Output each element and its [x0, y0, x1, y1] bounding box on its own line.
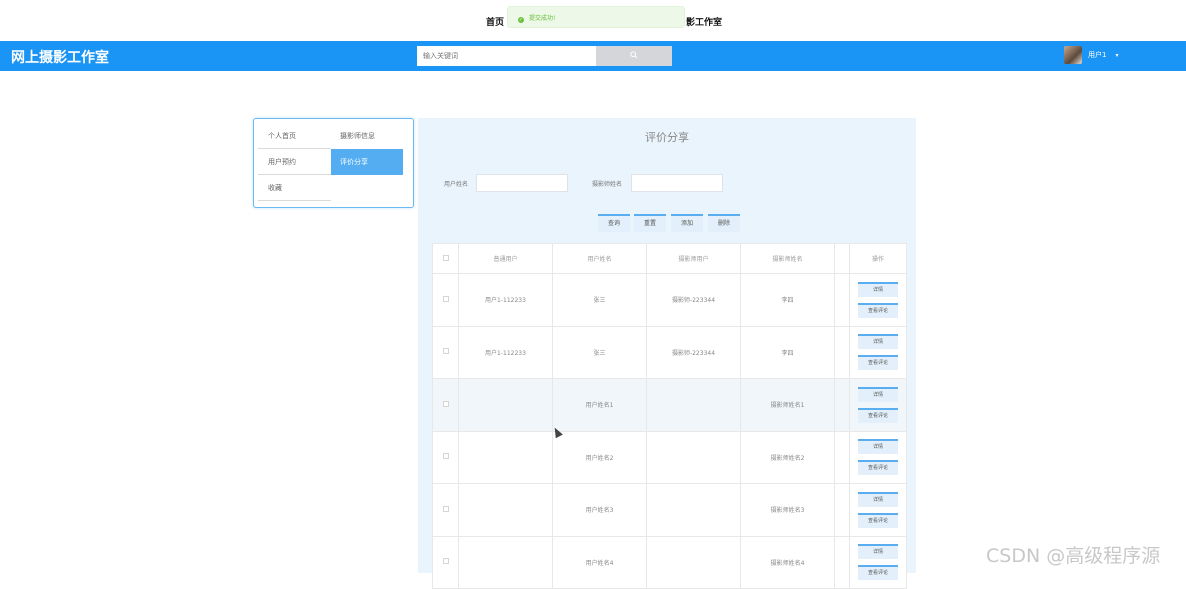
top-navigation: 首页 影工作室 ✓ 提交成功!	[0, 0, 1186, 41]
column-header: 用户姓名	[552, 243, 647, 274]
check-circle-icon: ✓	[518, 17, 524, 23]
table-cell: 摄影师姓名4	[740, 535, 835, 589]
sidebar-item-personal-home[interactable]: 个人首页	[258, 123, 331, 149]
table-cell: 摄影师-223344	[646, 325, 741, 379]
table-row: 用户姓名1 摄影师姓名1 详情 查看评论	[432, 378, 907, 432]
row-checkbox[interactable]	[432, 325, 459, 379]
detail-button[interactable]: 详情	[858, 439, 898, 455]
sidebar-item-photographer-info[interactable]: 摄影师信息	[331, 123, 403, 149]
review-table: 普通用户 用户姓名 摄影师用户 摄影师姓名 操作 用户1-112233 张三 摄…	[432, 243, 907, 589]
table-row: 用户姓名2 摄影师姓名2 详情 查看评论	[432, 430, 907, 484]
table-cell	[646, 430, 741, 484]
view-comments-button[interactable]: 查看评论	[858, 355, 898, 371]
table-cell: 张三	[552, 273, 647, 327]
sidebar-item-favorites[interactable]: 收藏	[258, 175, 331, 201]
watermark: CSDN @高级程序源	[986, 545, 1161, 567]
reset-button[interactable]: 重置	[634, 214, 666, 232]
nav-studio-link[interactable]: 影工作室	[686, 15, 722, 28]
row-checkbox[interactable]	[432, 378, 459, 432]
column-header: 摄影师姓名	[740, 243, 835, 274]
table-row: 用户姓名3 摄影师姓名3 详情 查看评论	[432, 483, 907, 537]
table-cell	[834, 535, 850, 589]
table-cell	[834, 430, 850, 484]
nav-home-link[interactable]: 首页	[486, 15, 504, 28]
column-header: 普通用户	[458, 243, 553, 274]
toast-message: 提交成功!	[529, 15, 556, 22]
detail-button[interactable]: 详情	[858, 334, 898, 350]
user-menu[interactable]: 用户1 ▾	[1064, 44, 1118, 66]
row-checkbox[interactable]	[432, 273, 459, 327]
table-cell: 摄影师姓名3	[740, 483, 835, 537]
search-button[interactable]	[596, 46, 672, 66]
row-actions: 详情 查看评论	[849, 325, 907, 379]
table-cell: 摄影师-223344	[646, 273, 741, 327]
row-actions: 详情 查看评论	[849, 273, 907, 327]
table-row: 用户姓名4 摄影师姓名4 详情 查看评论	[432, 535, 907, 589]
row-actions: 详情 查看评论	[849, 535, 907, 589]
table-header-row: 普通用户 用户姓名 摄影师用户 摄影师姓名 操作	[432, 243, 907, 274]
table-cell: 摄影师姓名1	[740, 378, 835, 432]
sidebar-item-user-booking[interactable]: 用户预约	[258, 149, 331, 175]
select-all-checkbox[interactable]	[432, 243, 459, 274]
table-row: 用户1-112233 张三 摄影师-223344 李四 详情 查看评论	[432, 325, 907, 379]
table-cell	[646, 378, 741, 432]
column-header: 摄影师用户	[646, 243, 741, 274]
table-cell	[458, 378, 553, 432]
chevron-down-icon: ▾	[1115, 51, 1119, 59]
user-name-filter-label: 用户姓名	[444, 181, 469, 188]
avatar	[1064, 46, 1082, 64]
table-cell	[458, 535, 553, 589]
user-name: 用户1	[1088, 51, 1107, 59]
search-icon	[630, 51, 638, 59]
view-comments-button[interactable]: 查看评论	[858, 302, 898, 318]
detail-button[interactable]: 详情	[858, 386, 898, 402]
brand-title: 网上摄影工作室	[11, 50, 109, 66]
sidebar-menu: 个人首页 摄影师信息 用户预约 评价分享 收藏	[253, 118, 414, 208]
detail-button[interactable]: 详情	[858, 491, 898, 507]
photographer-name-filter-label: 摄影师姓名	[592, 181, 623, 188]
detail-button[interactable]: 详情	[858, 281, 898, 297]
view-comments-button[interactable]: 查看评论	[858, 512, 898, 528]
table-cell	[458, 483, 553, 537]
add-button[interactable]: 添加	[671, 214, 703, 232]
table-cell	[834, 325, 850, 379]
row-checkbox[interactable]	[432, 430, 459, 484]
table-cell: 用户姓名4	[552, 535, 647, 589]
query-button[interactable]: 查询	[598, 214, 630, 232]
table-cell: 用户1-112233	[458, 325, 553, 379]
view-comments-button[interactable]: 查看评论	[858, 407, 898, 423]
user-name-filter-input[interactable]	[476, 174, 568, 192]
column-header: 操作	[849, 243, 907, 274]
delete-button[interactable]: 删除	[708, 214, 740, 232]
column-header	[834, 243, 850, 274]
table-cell: 用户姓名1	[552, 378, 647, 432]
table-cell	[834, 378, 850, 432]
view-comments-button[interactable]: 查看评论	[858, 460, 898, 476]
row-checkbox[interactable]	[432, 483, 459, 537]
detail-button[interactable]: 详情	[858, 544, 898, 560]
row-actions: 详情 查看评论	[849, 483, 907, 537]
table-cell: 李四	[740, 325, 835, 379]
table-cell: 摄影师姓名2	[740, 430, 835, 484]
row-checkbox[interactable]	[432, 535, 459, 589]
search-input[interactable]	[417, 46, 596, 66]
table-cell	[834, 273, 850, 327]
table-cell	[458, 430, 553, 484]
table-cell	[834, 483, 850, 537]
table-row: 用户1-112233 张三 摄影师-223344 李四 详情 查看评论	[432, 273, 907, 327]
table-cell	[646, 535, 741, 589]
app-header: 网上摄影工作室 用户1 ▾	[0, 41, 1186, 71]
page-title: 评价分享	[645, 131, 689, 144]
table-cell: 张三	[552, 325, 647, 379]
table-cell: 用户姓名2	[552, 430, 647, 484]
sidebar-item-review-share[interactable]: 评价分享	[331, 149, 403, 175]
photographer-name-filter-input[interactable]	[631, 174, 723, 192]
table-cell	[646, 483, 741, 537]
table-cell: 用户1-112233	[458, 273, 553, 327]
table-cell: 李四	[740, 273, 835, 327]
table-cell: 用户姓名3	[552, 483, 647, 537]
success-toast: ✓ 提交成功!	[507, 6, 685, 28]
row-actions: 详情 查看评论	[849, 430, 907, 484]
row-actions: 详情 查看评论	[849, 378, 907, 432]
